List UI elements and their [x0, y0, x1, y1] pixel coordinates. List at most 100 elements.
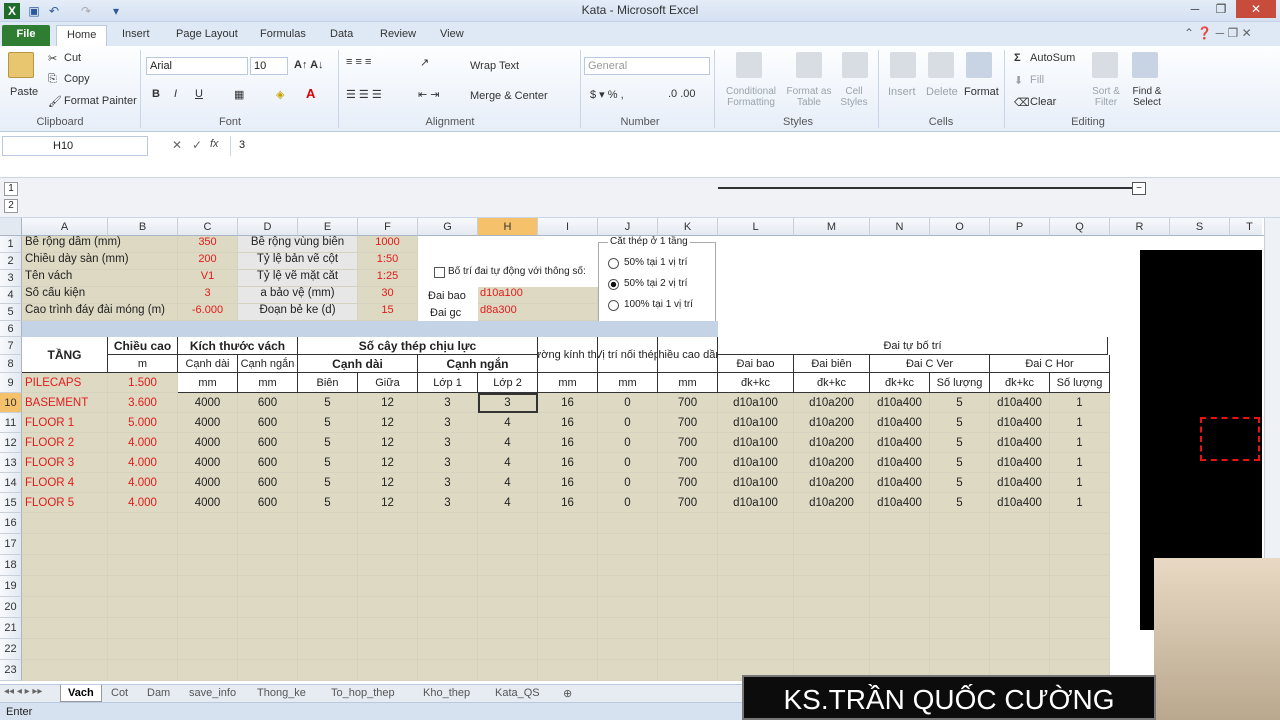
cell-cv[interactable]: d10a400: [870, 433, 930, 453]
empty-cell[interactable]: [1050, 534, 1110, 555]
empty-cell[interactable]: [870, 513, 930, 534]
empty-cell[interactable]: [658, 576, 718, 597]
cell-dk[interactable]: 16: [538, 433, 598, 453]
empty-cell[interactable]: [598, 576, 658, 597]
cell-ch[interactable]: d10a400: [990, 453, 1050, 473]
empty-cell[interactable]: [598, 534, 658, 555]
cell-giua[interactable]: 12: [358, 493, 418, 513]
radio-2[interactable]: [608, 279, 619, 290]
column-header-q[interactable]: Q: [1050, 218, 1110, 236]
empty-cell[interactable]: [870, 618, 930, 639]
cell-name[interactable]: FLOOR 4: [22, 473, 108, 493]
tab-file[interactable]: File: [2, 25, 50, 46]
cell-db[interactable]: d10a100: [718, 493, 794, 513]
empty-cell[interactable]: [990, 576, 1050, 597]
insert-function-icon[interactable]: fx: [210, 138, 219, 150]
fill-icon[interactable]: ⬇: [1014, 74, 1023, 87]
column-header-p[interactable]: P: [990, 218, 1050, 236]
sheet-tab-thong-ke[interactable]: Thong_ke: [250, 685, 313, 702]
column-header-h[interactable]: H: [478, 218, 538, 236]
cell-cn[interactable]: 600: [238, 493, 298, 513]
cell-cvs[interactable]: 5: [930, 393, 990, 413]
dai-gc-value[interactable]: d8a300: [478, 304, 598, 321]
row-header-4[interactable]: 4: [0, 287, 22, 304]
cell-dk[interactable]: 16: [538, 453, 598, 473]
conditional-formatting-button[interactable]: Conditional Formatting: [720, 86, 782, 108]
clear-button[interactable]: Clear: [1030, 96, 1056, 108]
cell-dbi[interactable]: d10a200: [794, 493, 870, 513]
cell-cvs[interactable]: 5: [930, 413, 990, 433]
format-table-button[interactable]: Format as Table: [784, 86, 834, 108]
column-header-o[interactable]: O: [930, 218, 990, 236]
cell-cv[interactable]: d10a400: [870, 473, 930, 493]
empty-cell[interactable]: [658, 639, 718, 660]
empty-cell[interactable]: [538, 597, 598, 618]
empty-cell[interactable]: [478, 534, 538, 555]
empty-cell[interactable]: [358, 576, 418, 597]
orientation-icon[interactable]: ↗: [420, 56, 429, 69]
row-header-23[interactable]: 23: [0, 660, 22, 681]
cell-ch[interactable]: d10a400: [990, 393, 1050, 413]
bold-icon[interactable]: B: [152, 88, 160, 100]
copy-icon[interactable]: ⎘: [48, 73, 57, 86]
cell-chs[interactable]: 1: [1050, 433, 1110, 453]
empty-cell[interactable]: [598, 660, 658, 681]
empty-cell[interactable]: [794, 597, 870, 618]
column-header-n[interactable]: N: [870, 218, 930, 236]
cell-vt[interactable]: 0: [598, 453, 658, 473]
paste-icon[interactable]: [8, 52, 34, 78]
empty-cell[interactable]: [658, 618, 718, 639]
param-value[interactable]: 3: [178, 287, 238, 304]
empty-cell[interactable]: [418, 597, 478, 618]
column-header-j[interactable]: J: [598, 218, 658, 236]
insert-cells-button[interactable]: Insert: [888, 86, 916, 98]
cell-dbi[interactable]: d10a200: [794, 433, 870, 453]
cell-bien[interactable]: 5: [298, 433, 358, 453]
param-value[interactable]: -6.000: [178, 304, 238, 321]
empty-cell[interactable]: [538, 639, 598, 660]
cell-h[interactable]: 4.000: [108, 433, 178, 453]
column-header-a[interactable]: A: [22, 218, 108, 236]
empty-cell[interactable]: [990, 639, 1050, 660]
delete-cells-icon[interactable]: [928, 52, 954, 78]
cell-l1[interactable]: 3: [418, 433, 478, 453]
borders-icon[interactable]: ▦: [234, 88, 244, 101]
conditional-formatting-icon[interactable]: [736, 52, 762, 78]
column-header-l[interactable]: L: [718, 218, 794, 236]
empty-cell[interactable]: [478, 660, 538, 681]
empty-cell[interactable]: [658, 513, 718, 534]
auto-stirrup-checkbox[interactable]: [434, 267, 445, 278]
row-header-17[interactable]: 17: [0, 534, 22, 555]
empty-cell[interactable]: [538, 660, 598, 681]
row-header-19[interactable]: 19: [0, 576, 22, 597]
font-name-select[interactable]: Arial: [146, 57, 248, 75]
cell-dbi[interactable]: d10a200: [794, 473, 870, 493]
empty-cell[interactable]: [930, 513, 990, 534]
sheet-tab-kata-qs[interactable]: Kata_QS: [488, 685, 547, 702]
empty-cell[interactable]: [930, 618, 990, 639]
row-header-7[interactable]: 7: [0, 337, 22, 355]
row-header-5[interactable]: 5: [0, 304, 22, 321]
column-header-r[interactable]: R: [1110, 218, 1170, 236]
font-size-select[interactable]: 10: [250, 57, 288, 75]
empty-cell[interactable]: [178, 534, 238, 555]
empty-cell[interactable]: [298, 618, 358, 639]
paste-button[interactable]: Paste: [10, 86, 38, 98]
cell-cvs[interactable]: 5: [930, 433, 990, 453]
cell-cn[interactable]: 600: [238, 453, 298, 473]
cell-db[interactable]: d10a100: [718, 433, 794, 453]
cell-ch[interactable]: d10a400: [990, 413, 1050, 433]
ribbon-controls-icon[interactable]: ⌃ ❓ ─ ❐ ✕: [1184, 26, 1252, 40]
param-value-2[interactable]: 1:50: [358, 253, 418, 270]
param-value-2[interactable]: 1:25: [358, 270, 418, 287]
sheet-tab-save-info[interactable]: save_info: [182, 685, 243, 702]
empty-cell[interactable]: [178, 555, 238, 576]
row-header-12[interactable]: 12: [0, 433, 22, 453]
format-painter-icon[interactable]: 🖌: [48, 95, 62, 108]
minimize-icon[interactable]: ─: [1182, 0, 1208, 18]
empty-cell[interactable]: [870, 555, 930, 576]
decimal-icon[interactable]: .0 .00: [668, 88, 696, 100]
empty-cell[interactable]: [990, 513, 1050, 534]
column-header-m[interactable]: M: [794, 218, 870, 236]
excel-icon[interactable]: X: [4, 3, 20, 19]
